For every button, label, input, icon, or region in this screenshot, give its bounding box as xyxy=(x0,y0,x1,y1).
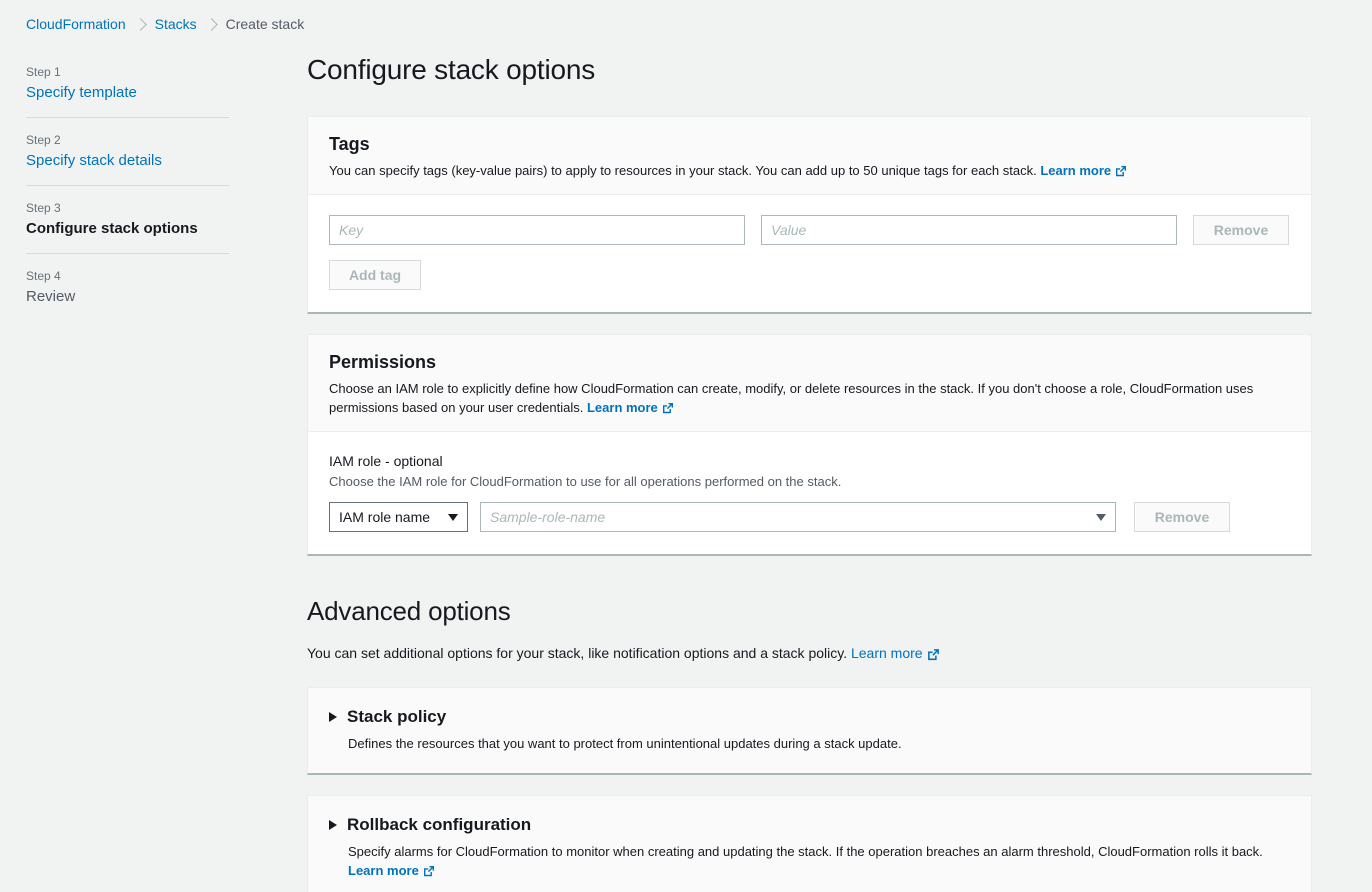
iam-role-type-select[interactable]: IAM role name xyxy=(329,502,468,532)
sidebar-step-2-label[interactable]: Specify stack details xyxy=(26,151,229,171)
rollback-configuration-title: Rollback configuration xyxy=(347,814,531,836)
sidebar-step-1-label[interactable]: Specify template xyxy=(26,83,229,103)
permissions-panel-description: Choose an IAM role to explicitly define … xyxy=(329,379,1290,417)
stack-policy-description-text: Defines the resources that you want to p… xyxy=(348,736,902,751)
advanced-options-learn-more-link[interactable]: Learn more xyxy=(851,645,939,661)
external-link-icon xyxy=(1115,165,1127,177)
sidebar-step-4: Step 4 Review xyxy=(26,253,229,321)
caret-down-icon xyxy=(448,514,458,521)
breadcrumb-item-stacks[interactable]: Stacks xyxy=(155,14,197,34)
sidebar-step-1-number: Step 1 xyxy=(26,63,229,81)
advanced-options-title: Advanced options xyxy=(307,594,1312,628)
tags-panel-title: Tags xyxy=(329,133,1290,155)
tag-row: Remove xyxy=(329,215,1290,245)
remove-tag-button[interactable]: Remove xyxy=(1193,215,1289,245)
rollback-configuration-description-text: Specify alarms for CloudFormation to mon… xyxy=(348,844,1263,859)
configure-stack-options-page: CloudFormation Stacks Create stack Step … xyxy=(0,0,1372,892)
permissions-panel-header: Permissions Choose an IAM role to explic… xyxy=(308,335,1311,431)
stack-policy-title: Stack policy xyxy=(347,706,446,728)
permissions-panel: Permissions Choose an IAM role to explic… xyxy=(307,334,1312,556)
rollback-learn-more-label: Learn more xyxy=(348,863,419,878)
sidebar-step-2-number: Step 2 xyxy=(26,131,229,149)
permissions-panel-description-text: Choose an IAM role to explicitly define … xyxy=(329,381,1253,415)
external-link-icon xyxy=(662,402,674,414)
sidebar-step-4-label: Review xyxy=(26,287,229,307)
breadcrumb-item-cloudformation[interactable]: CloudFormation xyxy=(26,14,126,34)
triangle-right-icon xyxy=(329,712,337,722)
advanced-options-learn-more-label: Learn more xyxy=(851,645,923,661)
tags-panel-header: Tags You can specify tags (key-value pai… xyxy=(308,117,1311,194)
page-title: Configure stack options xyxy=(307,52,1312,88)
tags-panel-body: Remove Add tag xyxy=(308,194,1311,312)
rollback-learn-more-link[interactable]: Learn more xyxy=(348,863,435,878)
rollback-configuration-header[interactable]: Rollback configuration xyxy=(329,814,1290,836)
iam-role-row: IAM role name Sample-role-name Remove xyxy=(329,502,1290,532)
caret-down-icon xyxy=(1096,514,1106,521)
breadcrumb-item-create-stack: Create stack xyxy=(226,14,305,34)
permissions-learn-more-label: Learn more xyxy=(587,400,658,415)
permissions-panel-title: Permissions xyxy=(329,351,1290,373)
iam-role-field-description: Choose the IAM role for CloudFormation t… xyxy=(329,473,1290,491)
tag-key-input[interactable] xyxy=(329,215,745,245)
sidebar-step-1: Step 1 Specify template xyxy=(26,58,229,117)
iam-role-type-select-value: IAM role name xyxy=(339,509,430,525)
tags-panel-description: You can specify tags (key-value pairs) t… xyxy=(329,161,1290,180)
stack-policy-section[interactable]: Stack policy Defines the resources that … xyxy=(307,687,1312,775)
iam-role-field-label: IAM role - optional xyxy=(329,452,1290,470)
add-tag-row: Add tag xyxy=(329,260,1290,290)
remove-iam-role-button[interactable]: Remove xyxy=(1134,502,1230,532)
external-link-icon xyxy=(927,648,939,660)
add-tag-button[interactable]: Add tag xyxy=(329,260,421,290)
tags-panel: Tags You can specify tags (key-value pai… xyxy=(307,116,1312,314)
iam-role-name-combobox[interactable]: Sample-role-name xyxy=(480,502,1116,532)
chevron-right-icon xyxy=(205,18,218,31)
sidebar-step-3: Step 3 Configure stack options xyxy=(26,185,229,253)
tags-panel-description-text: You can specify tags (key-value pairs) t… xyxy=(329,163,1037,178)
main-content: Configure stack options Tags You can spe… xyxy=(307,52,1312,892)
rollback-configuration-section[interactable]: Rollback configuration Specify alarms fo… xyxy=(307,795,1312,892)
tags-learn-more-label: Learn more xyxy=(1040,163,1111,178)
iam-role-name-placeholder: Sample-role-name xyxy=(490,509,605,525)
advanced-options-description: You can set additional options for your … xyxy=(307,643,1312,663)
stack-policy-header[interactable]: Stack policy xyxy=(329,706,1290,728)
sidebar-step-2: Step 2 Specify stack details xyxy=(26,117,229,185)
advanced-options-description-text: You can set additional options for your … xyxy=(307,645,847,661)
stack-policy-description: Defines the resources that you want to p… xyxy=(348,734,1290,753)
external-link-icon xyxy=(423,865,435,877)
tag-value-input[interactable] xyxy=(761,215,1177,245)
permissions-learn-more-link[interactable]: Learn more xyxy=(587,400,674,415)
rollback-configuration-description: Specify alarms for CloudFormation to mon… xyxy=(348,842,1288,880)
breadcrumb: CloudFormation Stacks Create stack xyxy=(26,14,304,34)
tags-learn-more-link[interactable]: Learn more xyxy=(1040,163,1127,178)
permissions-panel-body: IAM role - optional Choose the IAM role … xyxy=(308,431,1311,554)
chevron-right-icon xyxy=(134,18,147,31)
sidebar-step-4-number: Step 4 xyxy=(26,267,229,285)
wizard-steps-sidebar: Step 1 Specify template Step 2 Specify s… xyxy=(26,58,229,321)
sidebar-step-3-label: Configure stack options xyxy=(26,219,229,239)
triangle-right-icon xyxy=(329,820,337,830)
sidebar-step-3-number: Step 3 xyxy=(26,199,229,217)
